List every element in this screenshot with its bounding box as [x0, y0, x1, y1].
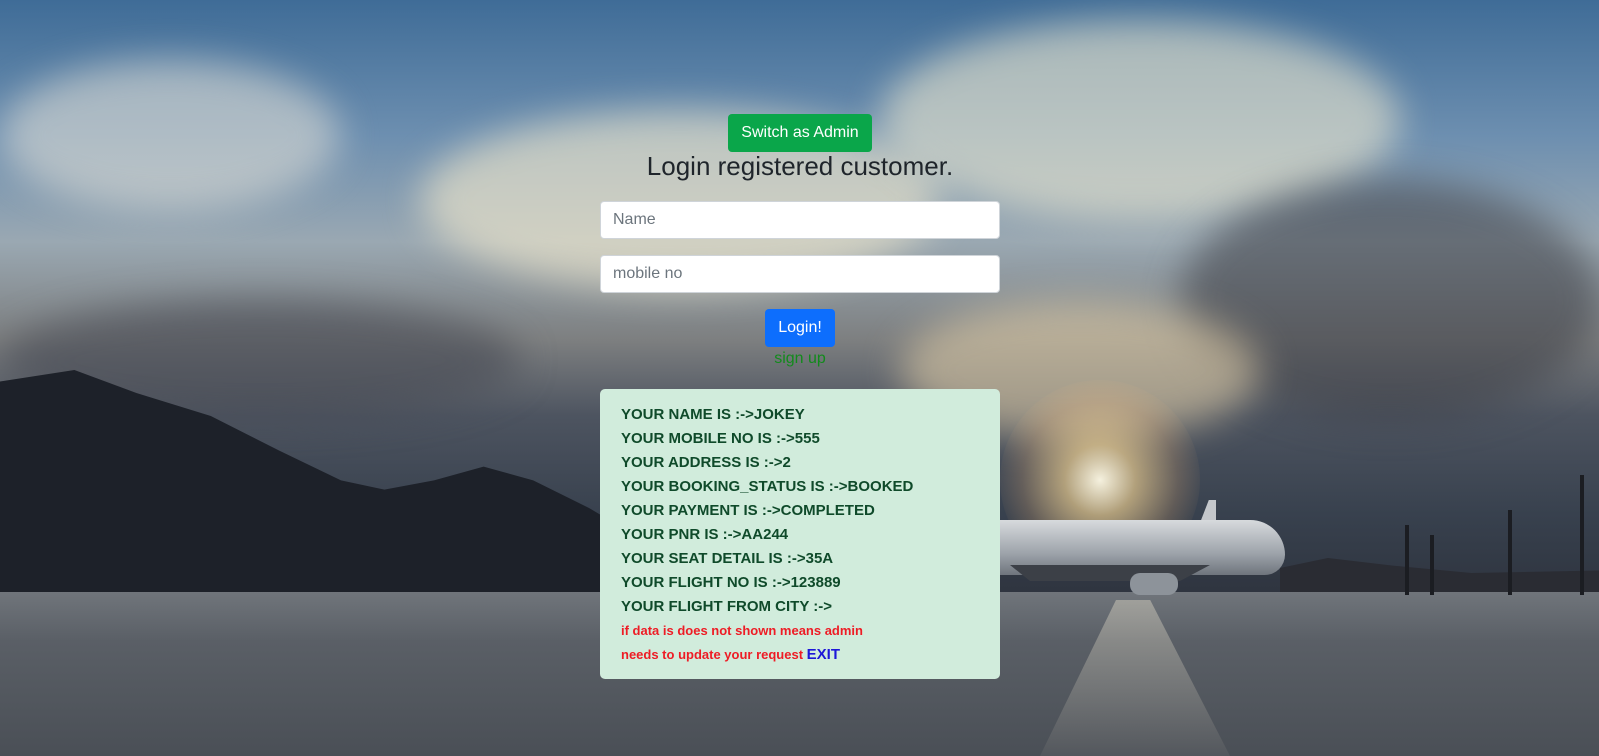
name-input[interactable] [600, 201, 1000, 239]
login-button[interactable]: Login! [765, 309, 835, 347]
customer-info-panel: YOUR NAME IS :->JOKEY YOUR MOBILE NO IS … [600, 389, 1000, 679]
customer-mobile-line: YOUR MOBILE NO IS :->555 [621, 430, 820, 447]
flight-number-line: YOUR FLIGHT NO IS :->123889 [621, 574, 841, 591]
exit-link[interactable]: EXIT [807, 646, 840, 663]
seat-detail-line: YOUR SEAT DETAIL IS :->35A [621, 550, 834, 567]
customer-address-line: YOUR ADDRESS IS :->2 [621, 454, 791, 471]
switch-as-admin-button[interactable]: Switch as Admin [728, 114, 872, 152]
mobile-input[interactable] [600, 255, 1000, 293]
admin-note-line-2: needs to update your request EXIT [621, 643, 979, 667]
booking-status-line: YOUR BOOKING_STATUS IS :->BOOKED [621, 478, 914, 495]
login-container: Switch as Admin Login registered custome… [0, 0, 1599, 756]
payment-status-line: YOUR PAYMENT IS :->COMPLETED [621, 502, 875, 519]
page-title: Login registered customer. [646, 151, 954, 181]
customer-name-line: YOUR NAME IS :->JOKEY [621, 406, 805, 423]
flight-from-city-line: YOUR FLIGHT FROM CITY :-> [621, 598, 832, 615]
admin-note-text: needs to update your request [621, 647, 804, 662]
admin-note-line-1: if data is does not shown means admin [621, 623, 863, 638]
pnr-line: YOUR PNR IS :->AA244 [621, 526, 789, 543]
sign-up-link[interactable]: sign up [700, 350, 900, 368]
page: Switch as Admin Login registered custome… [0, 0, 1599, 756]
